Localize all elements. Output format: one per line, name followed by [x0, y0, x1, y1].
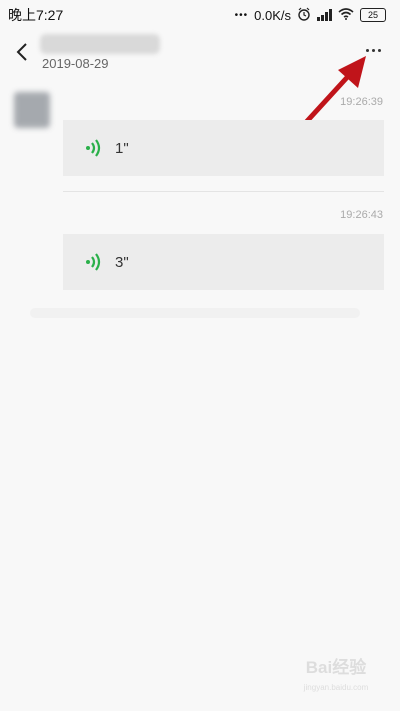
divider [63, 191, 384, 192]
network-speed: 0.0K/s [254, 7, 291, 23]
blurred-placeholder [30, 308, 360, 318]
message-timestamp: 19:26:39 [340, 96, 383, 108]
battery-icon: 25 [360, 8, 386, 22]
status-bar: 晚上7:27 ••• 0.0K/s 25 [0, 0, 400, 30]
voice-message[interactable]: 3" [63, 234, 384, 290]
message-timestamp: 19:26:43 [340, 209, 383, 221]
chevron-left-icon [16, 43, 27, 61]
status-icons: ••• 0.0K/s 25 [235, 7, 386, 24]
alarm-icon [297, 7, 311, 24]
more-dot-icon [377, 48, 381, 52]
avatar[interactable] [14, 92, 50, 128]
wifi-icon [338, 7, 354, 23]
page-title-blurred [40, 34, 160, 54]
status-time: 晚上7:27 [8, 7, 64, 23]
voice-duration: 3" [115, 253, 129, 271]
back-button[interactable] [10, 40, 34, 64]
voice-duration: 1" [115, 139, 129, 157]
watermark-text: Bai经验 [305, 658, 367, 677]
watermark-logo: Bai经验 jingyan.baidu.com [286, 658, 386, 702]
voice-message[interactable]: 1" [63, 120, 384, 176]
page-subtitle-date: 2019-08-29 [42, 56, 109, 71]
voice-wave-icon [83, 137, 105, 159]
watermark-sub: jingyan.baidu.com [303, 683, 369, 692]
notification-dots-icon: ••• [234, 9, 249, 21]
signal-icon [317, 9, 332, 21]
voice-wave-icon [83, 251, 105, 273]
